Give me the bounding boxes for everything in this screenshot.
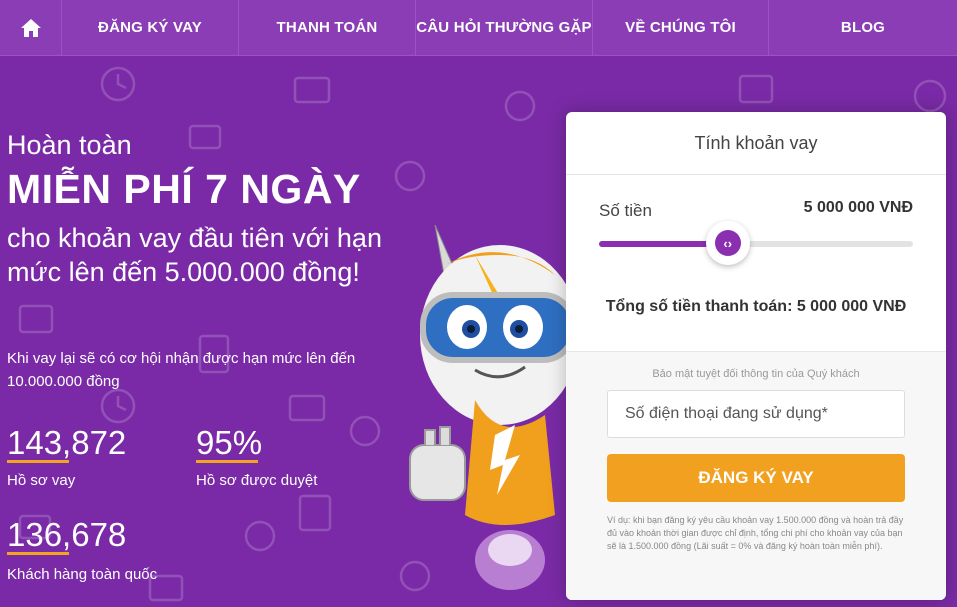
stat-customers-label: Khách hàng toàn quốc	[7, 566, 158, 583]
hero-intro: Hoàn toàn	[7, 130, 132, 160]
loan-disclaimer: Ví dụ: khi bạn đăng ký yêu cầu khoản vay…	[607, 515, 904, 551]
amount-label: Số tiền	[599, 201, 652, 220]
stat-approved-label: Hồ sơ được duyệt	[196, 472, 318, 489]
hero-headline: MIỄN PHÍ 7 NGÀY	[7, 166, 361, 212]
loan-calculator-card: Tính khoản vay Số tiền 5 000 000 VNĐ ‹› …	[566, 112, 946, 600]
amount-slider[interactable]: ‹›	[599, 221, 913, 265]
register-loan-button[interactable]: ĐĂNG KÝ VAY	[607, 454, 905, 502]
slider-arrows-icon: ‹›	[714, 230, 741, 256]
hero-subheadline: cho khoản vay đầu tiên với hạn mức lên đ…	[7, 223, 382, 287]
stat-underline	[7, 552, 69, 555]
calculator-title: Tính khoản vay	[566, 112, 946, 175]
nav-item-blog[interactable]: BLOG	[769, 0, 957, 55]
stat-applications-value: 143,872	[7, 424, 127, 461]
top-navigation: ĐĂNG KÝ VAY THANH TOÁN CÂU HỎI THƯỜNG GẶ…	[0, 0, 957, 56]
signup-form: Bảo mật tuyệt đối thông tin của Quý khác…	[566, 352, 946, 600]
stat-applications-label: Hồ sơ vay	[7, 472, 76, 489]
amount-calculator: Số tiền 5 000 000 VNĐ ‹› Tổng số tiền th…	[566, 175, 946, 352]
hero-note: Khi vay lại sẽ có cơ hội nhận được hạn m…	[7, 350, 356, 390]
home-icon	[20, 18, 41, 37]
stat-approved-value: 95%	[196, 424, 263, 461]
phone-input[interactable]	[607, 390, 905, 438]
nav-item-payment[interactable]: THANH TOÁN	[239, 0, 416, 55]
robot-mascot	[409, 224, 580, 590]
nav-item-faq[interactable]: CÂU HỎI THƯỜNG GẶP	[416, 0, 593, 55]
stat-customers-value: 136,678	[7, 516, 127, 553]
privacy-note: Bảo mật tuyệt đối thông tin của Quý khác…	[652, 368, 860, 380]
stat-underline	[196, 460, 258, 463]
amount-value: 5 000 000 VNĐ	[803, 199, 913, 216]
slider-handle[interactable]: ‹›	[705, 221, 750, 265]
total-payment: Tổng số tiền thanh toán: 5 000 000 VNĐ	[605, 298, 907, 315]
nav-item-register[interactable]: ĐĂNG KÝ VAY	[62, 0, 239, 55]
nav-item-about[interactable]: VỀ CHÚNG TÔI	[593, 0, 769, 55]
home-button[interactable]	[0, 0, 62, 55]
stat-underline	[7, 460, 69, 463]
